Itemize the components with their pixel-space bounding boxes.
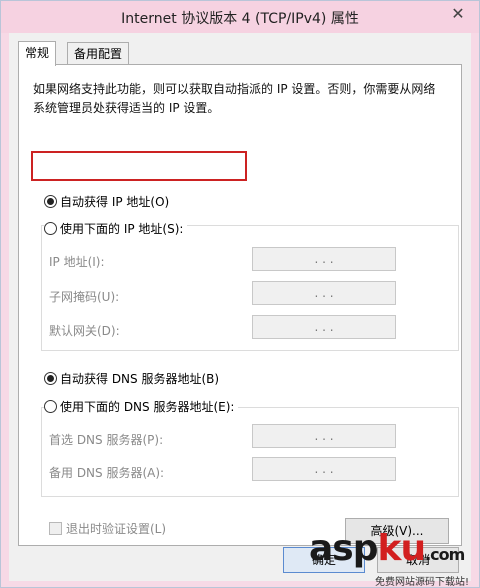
- watermark-suffix: .com: [425, 545, 465, 564]
- default-gateway-value: . . .: [314, 320, 334, 334]
- tab-panel-general: 如果网络支持此功能，则可以获取自动指派的 IP 设置。否则，你需要从网络系统管理…: [18, 64, 462, 546]
- alternate-dns-label: 备用 DNS 服务器(A):: [49, 466, 165, 480]
- default-gateway-input: . . .: [252, 315, 396, 339]
- watermark-text-a: asp: [309, 528, 378, 569]
- ip-address-value: . . .: [314, 252, 334, 266]
- checkbox-icon[interactable]: [49, 522, 62, 535]
- radio-auto-ip[interactable]: 自动获得 IP 地址(O): [44, 193, 174, 211]
- radio-selected-icon[interactable]: [44, 372, 57, 385]
- preferred-dns-value: . . .: [314, 429, 334, 443]
- radio-auto-dns-label: 自动获得 DNS 服务器地址(B): [60, 372, 220, 386]
- dialog-window: Internet 协议版本 4 (TCP/IPv4) 属性 ✕ 常规 备用配置 …: [0, 0, 480, 588]
- ip-address-input: . . .: [252, 247, 396, 271]
- subnet-mask-value: . . .: [314, 286, 334, 300]
- radio-manual-dns[interactable]: 使用下面的 DNS 服务器地址(E):: [44, 398, 239, 416]
- radio-selected-icon[interactable]: [44, 195, 57, 208]
- highlight-box: [31, 151, 247, 181]
- dns-settings-group: [41, 407, 459, 497]
- window-title: Internet 协议版本 4 (TCP/IPv4) 属性: [121, 11, 359, 27]
- preferred-dns-input: . . .: [252, 424, 396, 448]
- subnet-mask-input: . . .: [252, 281, 396, 305]
- watermark-text: aspku.com: [309, 529, 469, 575]
- title-bar[interactable]: Internet 协议版本 4 (TCP/IPv4) 属性 ✕: [1, 1, 479, 33]
- radio-manual-dns-label: 使用下面的 DNS 服务器地址(E):: [60, 400, 235, 414]
- validate-on-exit-checkbox[interactable]: 退出时验证设置(L): [49, 520, 166, 537]
- close-icon[interactable]: ✕: [447, 4, 469, 24]
- watermark-subtitle: 免费网站源码下载站!: [374, 577, 469, 588]
- radio-auto-ip-label: 自动获得 IP 地址(O): [60, 195, 170, 209]
- radio-unselected-icon[interactable]: [44, 222, 57, 235]
- description-text: 如果网络支持此功能，则可以获取自动指派的 IP 设置。否则，你需要从网络系统管理…: [33, 82, 436, 115]
- ip-address-label: IP 地址(I):: [49, 255, 105, 269]
- preferred-dns-label: 首选 DNS 服务器(P):: [49, 433, 164, 447]
- tab-alternate-config[interactable]: 备用配置: [67, 42, 130, 65]
- validate-on-exit-label: 退出时验证设置(L): [66, 522, 167, 536]
- alternate-dns-value: . . .: [314, 462, 334, 476]
- watermark-logo: aspku.com 免费网站源码下载站!: [309, 529, 469, 588]
- alternate-dns-input: . . .: [252, 457, 396, 481]
- subnet-mask-label: 子网掩码(U):: [49, 290, 120, 304]
- tab-general[interactable]: 常规: [18, 41, 57, 66]
- default-gateway-label: 默认网关(D):: [49, 324, 120, 338]
- radio-manual-ip-label: 使用下面的 IP 地址(S):: [60, 222, 184, 236]
- radio-unselected-icon[interactable]: [44, 400, 57, 413]
- radio-auto-dns[interactable]: 自动获得 DNS 服务器地址(B): [44, 370, 224, 388]
- dialog-client-area: 常规 备用配置 如果网络支持此功能，则可以获取自动指派的 IP 设置。否则，你需…: [9, 33, 471, 581]
- watermark-text-b: ku: [377, 528, 427, 569]
- radio-manual-ip[interactable]: 使用下面的 IP 地址(S):: [44, 220, 188, 238]
